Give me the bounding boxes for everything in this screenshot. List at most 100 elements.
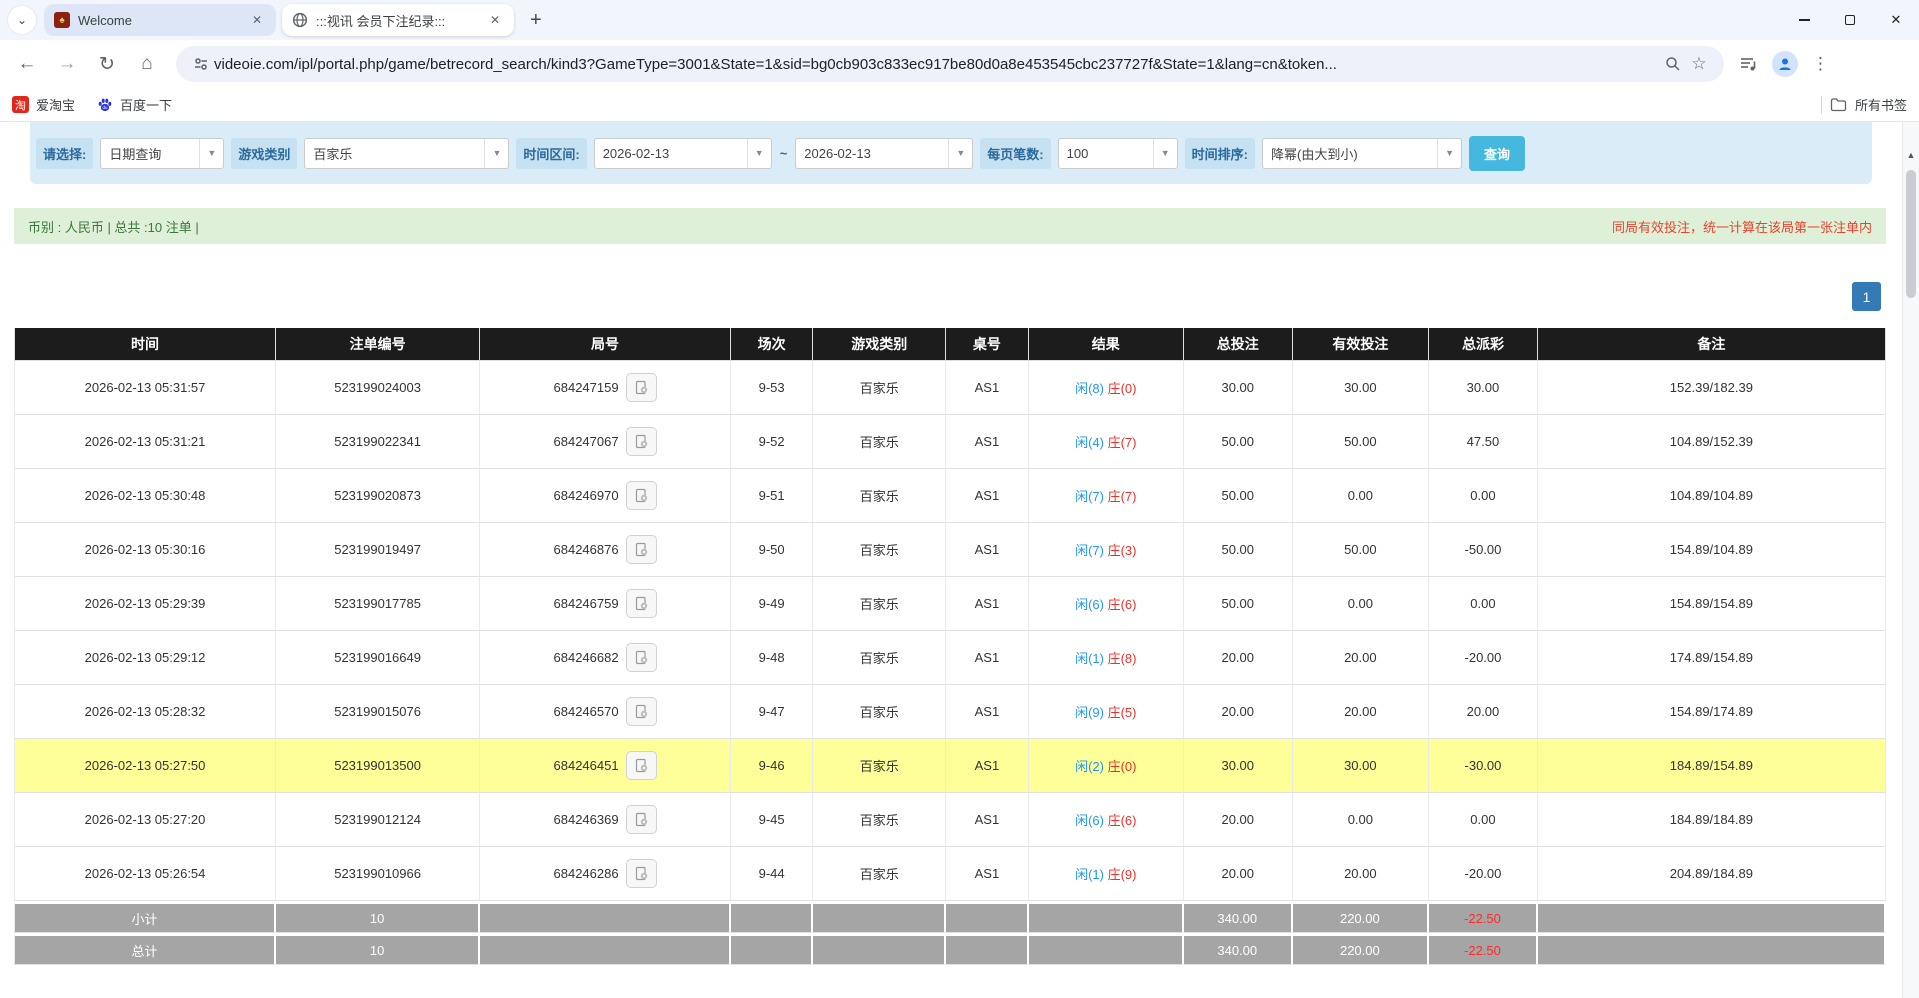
address-bar[interactable]: videoie.com/ipl/portal.php/game/betrecor… xyxy=(176,46,1724,82)
bookmark-taobao[interactable]: 淘 爱淘宝 xyxy=(12,95,75,114)
total-bet-cell[interactable]: 50.00 xyxy=(1184,469,1293,523)
close-icon[interactable]: ✕ xyxy=(248,11,266,29)
table-no-cell: AS1 xyxy=(946,847,1028,901)
session-cell: 9-48 xyxy=(731,631,813,685)
video-replay-button[interactable] xyxy=(626,859,657,888)
footer-empty-cell xyxy=(731,933,813,965)
video-replay-button[interactable] xyxy=(626,373,657,402)
video-replay-button[interactable] xyxy=(626,697,657,726)
valid-bet-cell: 0.00 xyxy=(1293,469,1430,523)
table-row: 2026-02-13 05:26:54523199010966684246286… xyxy=(14,847,1886,901)
page-size-select[interactable]: 100 ▼ xyxy=(1058,138,1178,169)
time-cell: 2026-02-13 05:30:48 xyxy=(14,469,276,523)
query-type-select[interactable]: 日期查询 ▼ xyxy=(100,138,224,169)
page-scrollbar[interactable]: ▲ xyxy=(1902,122,1919,998)
result-cell: 闲(6) 庄(6) xyxy=(1029,793,1184,847)
player-result: 闲(2) xyxy=(1075,759,1104,774)
tab-search-button[interactable]: ⌄ xyxy=(8,6,36,34)
result-cell: 闲(7) 庄(7) xyxy=(1029,469,1184,523)
date-from-input[interactable]: 2026-02-13 ▼ xyxy=(594,138,772,169)
round-id-text: 684247067 xyxy=(554,434,619,449)
session-cell: 9-50 xyxy=(731,523,813,577)
banker-result: 庄(6) xyxy=(1104,597,1137,612)
maximize-button[interactable] xyxy=(1827,0,1873,40)
zoom-icon[interactable] xyxy=(1660,51,1686,77)
browser-menu-icon[interactable]: ⋮ xyxy=(1808,54,1833,74)
footer-empty-cell xyxy=(946,901,1028,933)
round-id-text: 684246682 xyxy=(554,650,619,665)
table-row: 2026-02-13 05:30:48523199020873684246970… xyxy=(14,469,1886,523)
round-id-text: 684246286 xyxy=(554,866,619,881)
bookmark-baidu[interactable]: du 百度一下 xyxy=(97,95,172,114)
table-no-cell: AS1 xyxy=(946,469,1028,523)
window-controls: ✕ xyxy=(1781,0,1919,40)
total-bet-cell[interactable]: 30.00 xyxy=(1184,739,1293,793)
table-header-row: 时间注单编号局号场次游戏类别桌号结果总投注有效投注总派彩备注 xyxy=(14,328,1886,361)
total-bet-cell[interactable]: 20.00 xyxy=(1184,631,1293,685)
video-replay-button[interactable] xyxy=(626,589,657,618)
home-button[interactable]: ⌂ xyxy=(130,47,164,81)
footer-empty-cell xyxy=(1029,933,1184,965)
folder-icon xyxy=(1830,97,1847,112)
video-replay-button[interactable] xyxy=(626,427,657,456)
sort-label: 时间排序: xyxy=(1185,138,1255,169)
time-cell: 2026-02-13 05:26:54 xyxy=(14,847,276,901)
pagination-page-1[interactable]: 1 xyxy=(1852,282,1881,311)
url-text[interactable]: videoie.com/ipl/portal.php/game/betrecor… xyxy=(214,56,1660,73)
banker-result: 庄(7) xyxy=(1104,489,1137,504)
banker-result: 庄(5) xyxy=(1104,705,1137,720)
payout-cell: 0.00 xyxy=(1429,577,1538,631)
query-button[interactable]: 查询 xyxy=(1469,136,1525,171)
tab-title: :::视讯 会员下注纪录::: xyxy=(316,11,478,30)
site-favicon-icon: ♠ xyxy=(54,12,70,28)
player-result: 闲(1) xyxy=(1075,651,1104,666)
tab-welcome[interactable]: ♠ Welcome ✕ xyxy=(44,4,276,36)
total-bet-cell[interactable]: 50.00 xyxy=(1184,523,1293,577)
player-result: 闲(8) xyxy=(1075,381,1104,396)
chevron-down-icon: ⌄ xyxy=(17,13,27,27)
total-bet-cell[interactable]: 20.00 xyxy=(1184,793,1293,847)
tab-betrecord[interactable]: :::视讯 会员下注纪录::: ✕ xyxy=(282,4,514,36)
round-id-cell: 684247067 xyxy=(480,415,731,469)
player-result: 闲(7) xyxy=(1075,543,1104,558)
new-tab-button[interactable]: + xyxy=(520,9,552,32)
note-cell: 154.89/174.89 xyxy=(1538,685,1886,739)
game-type-select[interactable]: 百家乐 ▼ xyxy=(304,138,509,169)
time-cell: 2026-02-13 05:27:50 xyxy=(14,739,276,793)
round-id-text: 684247159 xyxy=(554,380,619,395)
video-replay-button[interactable] xyxy=(626,481,657,510)
total-bet-cell[interactable]: 50.00 xyxy=(1184,415,1293,469)
video-replay-button[interactable] xyxy=(626,535,657,564)
sort-select[interactable]: 降幂(由大到小) ▼ xyxy=(1262,138,1462,169)
all-bookmarks-label: 所有书签 xyxy=(1855,95,1907,114)
close-window-button[interactable]: ✕ xyxy=(1873,0,1919,40)
back-button[interactable]: ← xyxy=(10,47,44,81)
total-bet-cell[interactable]: 20.00 xyxy=(1184,847,1293,901)
close-icon[interactable]: ✕ xyxy=(486,11,504,29)
total-bet-cell[interactable]: 20.00 xyxy=(1184,685,1293,739)
scrollbar-thumb[interactable] xyxy=(1906,170,1916,298)
minimize-button[interactable] xyxy=(1781,0,1827,40)
video-replay-button[interactable] xyxy=(626,805,657,834)
table-no-cell: AS1 xyxy=(946,793,1028,847)
media-controls-icon[interactable] xyxy=(1736,51,1762,77)
scroll-up-icon[interactable]: ▲ xyxy=(1903,150,1919,160)
date-to-input[interactable]: 2026-02-13 ▼ xyxy=(795,138,973,169)
banker-result: 庄(0) xyxy=(1104,381,1137,396)
total-bet-cell[interactable]: 30.00 xyxy=(1184,361,1293,415)
total-bet-cell[interactable]: 50.00 xyxy=(1184,577,1293,631)
valid-bet-cell: 0.00 xyxy=(1293,793,1430,847)
bookmark-star-icon[interactable]: ☆ xyxy=(1686,51,1712,77)
payout-cell: 0.00 xyxy=(1429,793,1538,847)
all-bookmarks[interactable]: 所有书签 xyxy=(1821,95,1907,114)
video-replay-button[interactable] xyxy=(626,751,657,780)
bet-id-cell: 523199022341 xyxy=(276,415,480,469)
reload-button[interactable]: ↻ xyxy=(90,47,124,81)
time-cell: 2026-02-13 05:29:12 xyxy=(14,631,276,685)
forward-button[interactable]: → xyxy=(50,47,84,81)
valid-bet-cell: 30.00 xyxy=(1293,739,1430,793)
table-no-cell: AS1 xyxy=(946,739,1028,793)
site-info-icon[interactable] xyxy=(188,51,214,77)
video-replay-button[interactable] xyxy=(626,643,657,672)
profile-avatar[interactable] xyxy=(1772,51,1798,77)
